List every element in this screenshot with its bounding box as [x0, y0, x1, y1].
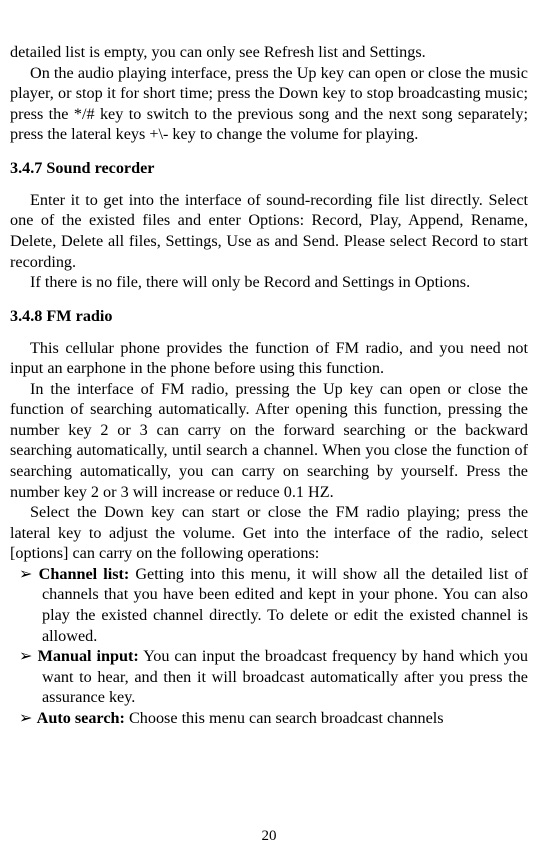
para-sound-recorder-2: If there is no file, there will only be …	[10, 272, 528, 293]
heading-fm-radio: 3.4.8 FM radio	[10, 307, 528, 326]
bullet-icon: ➢	[19, 709, 33, 727]
li3-text: Choose this menu can search broadcast ch…	[125, 709, 444, 727]
list-item-auto: ➢ Auto search: Choose this menu can sear…	[10, 708, 528, 729]
li3-label: Auto search:	[37, 709, 125, 727]
para-sound-recorder-1: Enter it to get into the interface of so…	[10, 190, 528, 272]
list-item-manual: ➢ Manual input: You can input the broadc…	[10, 646, 528, 708]
para-fm-1: This cellular phone provides the functio…	[10, 338, 528, 379]
para-fm-2: In the interface of FM radio, pressing t…	[10, 379, 528, 502]
bullet-icon: ➢	[19, 647, 33, 665]
para-detailed-list: detailed list is empty, you can only see…	[10, 42, 528, 63]
para-fm-3: Select the Down key can start or close t…	[10, 502, 528, 564]
heading-sound-recorder: 3.4.7 Sound recorder	[10, 159, 528, 178]
li2-label: Manual input:	[38, 647, 139, 665]
list-item-channel: ➢ Channel list: Getting into this menu, …	[10, 564, 528, 646]
bullet-icon: ➢	[19, 565, 33, 583]
page-content: detailed list is empty, you can only see…	[0, 0, 538, 728]
para-audio-playing: On the audio playing interface, press th…	[10, 63, 528, 145]
page-number: 20	[0, 828, 538, 845]
li1-label: Channel list:	[39, 565, 130, 583]
